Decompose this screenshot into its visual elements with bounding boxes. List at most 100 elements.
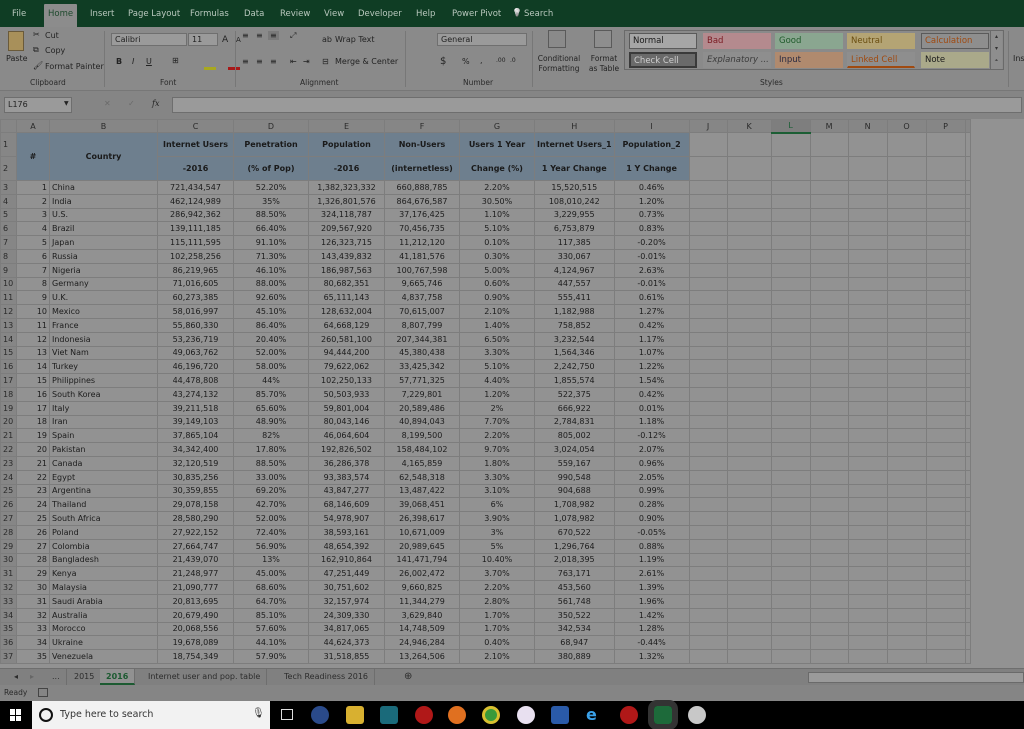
enter-icon[interactable]: ✓ <box>128 99 135 108</box>
cell-value[interactable]: 6% <box>459 497 535 513</box>
cell-country[interactable]: South Africa <box>49 511 158 526</box>
empty-cell[interactable] <box>886 235 927 250</box>
empty-cell[interactable] <box>770 317 811 333</box>
empty-cell[interactable] <box>847 331 888 347</box>
empty-cell[interactable] <box>726 248 772 264</box>
cell-value[interactable]: 54,978,907 <box>308 511 385 526</box>
row-header[interactable]: 22 <box>0 442 17 457</box>
header-subcell[interactable]: -2016 <box>157 156 234 181</box>
empty-cell[interactable] <box>886 566 927 582</box>
empty-cell[interactable] <box>770 552 811 568</box>
cell-value[interactable]: 33,425,342 <box>384 359 460 375</box>
empty-cell[interactable] <box>925 580 966 595</box>
cell-value[interactable]: 141,471,794 <box>384 552 460 568</box>
empty-cell[interactable] <box>964 414 971 430</box>
cell-value[interactable]: 20,068,556 <box>157 621 234 637</box>
cell-value[interactable]: 0.42% <box>613 386 690 402</box>
ribbon-tab-review[interactable]: Review <box>276 4 314 27</box>
cell-value[interactable]: 162,910,864 <box>308 552 385 568</box>
cell-value[interactable]: 350,522 <box>534 607 615 623</box>
cell-value[interactable]: 1.20% <box>459 386 535 402</box>
cell-value[interactable]: 58.00% <box>233 359 309 375</box>
cell-value[interactable]: 1.28% <box>613 621 690 637</box>
cell-value[interactable]: 286,942,362 <box>157 207 234 223</box>
empty-cell[interactable] <box>925 180 966 195</box>
empty-cell[interactable] <box>770 414 811 430</box>
fill-color-icon[interactable] <box>204 67 216 70</box>
empty-cell[interactable] <box>809 132 849 157</box>
cell-value[interactable]: 1.19% <box>613 552 690 568</box>
cell-country[interactable]: Japan <box>49 235 158 250</box>
sheet-tab-2016[interactable]: 2016 <box>100 669 136 685</box>
cell-table[interactable]: ABCDEFGHIJKLMNOP 1 # Country Internet Users… <box>0 119 971 664</box>
row-header[interactable]: 14 <box>0 331 17 347</box>
empty-cell[interactable] <box>925 235 966 250</box>
cell-value[interactable]: 34,342,400 <box>157 442 234 457</box>
number-format-select[interactable]: General <box>437 33 527 46</box>
row-header[interactable]: 1 <box>0 132 17 157</box>
cell-value[interactable]: 53,236,719 <box>157 331 234 347</box>
empty-cell[interactable] <box>886 276 927 292</box>
cell-value[interactable]: 1,078,982 <box>534 511 615 526</box>
cell-country[interactable]: Colombia <box>49 538 158 554</box>
cell-value[interactable]: 60,273,385 <box>157 290 234 306</box>
empty-cell[interactable] <box>809 400 849 416</box>
empty-cell[interactable] <box>964 276 971 292</box>
empty-cell[interactable] <box>847 193 888 209</box>
decrease-indent-icon[interactable]: ⇤ <box>290 57 297 66</box>
cell-value[interactable]: 20,679,490 <box>157 607 234 623</box>
empty-cell[interactable] <box>726 455 772 471</box>
cell-value[interactable]: 4,165,859 <box>384 455 460 471</box>
column-header-k[interactable]: K <box>726 119 772 133</box>
cell-value[interactable]: 0.96% <box>613 455 690 471</box>
cell-value[interactable]: 2.80% <box>459 593 535 609</box>
cell-value[interactable]: 64,668,129 <box>308 317 385 333</box>
font-color-icon[interactable] <box>228 67 240 70</box>
cell-value[interactable]: 6,753,879 <box>534 221 615 237</box>
row-header[interactable]: 17 <box>0 373 17 388</box>
cell-value[interactable]: 3.30% <box>459 345 535 361</box>
empty-cell[interactable] <box>809 552 849 568</box>
column-header-g[interactable]: G <box>459 119 535 133</box>
column-header-f[interactable]: F <box>384 119 460 133</box>
empty-cell[interactable] <box>964 524 971 540</box>
empty-cell[interactable] <box>925 221 966 237</box>
cell-value[interactable]: 46,064,604 <box>308 428 385 444</box>
style-linked-cell[interactable]: Linked Cell <box>847 52 915 68</box>
header-subcell[interactable]: -2016 <box>308 156 385 181</box>
empty-cell[interactable] <box>809 331 849 347</box>
cell-rank[interactable]: 35 <box>16 649 50 664</box>
cell-value[interactable]: 0.46% <box>613 180 690 195</box>
cell-value[interactable]: 324,118,787 <box>308 207 385 223</box>
row-header[interactable]: 33 <box>0 593 17 609</box>
cell-value[interactable]: 80,682,351 <box>308 276 385 292</box>
empty-cell[interactable] <box>847 262 888 278</box>
cell-rank[interactable]: 28 <box>16 552 50 568</box>
cell-country[interactable]: India <box>49 193 158 209</box>
empty-cell[interactable] <box>809 156 849 181</box>
ribbon-tab-help[interactable]: Help <box>412 4 439 27</box>
empty-cell[interactable] <box>886 290 927 306</box>
empty-cell[interactable] <box>770 235 811 250</box>
name-box-dropdown-icon[interactable]: ▼ <box>64 100 69 107</box>
cell-value[interactable]: 3.30% <box>459 469 535 485</box>
empty-cell[interactable] <box>847 317 888 333</box>
empty-cell[interactable] <box>847 483 888 499</box>
cell-value[interactable]: 92.60% <box>233 290 309 306</box>
decrease-decimal-icon[interactable]: .0 <box>510 57 516 64</box>
cell-value[interactable]: 39,211,518 <box>157 400 234 416</box>
empty-cell[interactable] <box>964 262 971 278</box>
empty-cell[interactable] <box>847 621 888 637</box>
format-painter-button[interactable]: Format Painter <box>45 62 104 71</box>
row-header[interactable]: 9 <box>0 262 17 278</box>
empty-cell[interactable] <box>726 400 772 416</box>
empty-cell[interactable] <box>688 221 728 237</box>
cell-country[interactable]: Venezuela <box>49 649 158 664</box>
cell-value[interactable]: 65.60% <box>233 400 309 416</box>
cell-value[interactable]: 522,375 <box>534 386 615 402</box>
empty-cell[interactable] <box>847 428 888 444</box>
column-header-q[interactable] <box>964 119 971 133</box>
empty-cell[interactable] <box>770 635 811 651</box>
spiral-app-2-icon[interactable] <box>620 706 638 724</box>
cell-value[interactable]: 49,063,762 <box>157 345 234 361</box>
